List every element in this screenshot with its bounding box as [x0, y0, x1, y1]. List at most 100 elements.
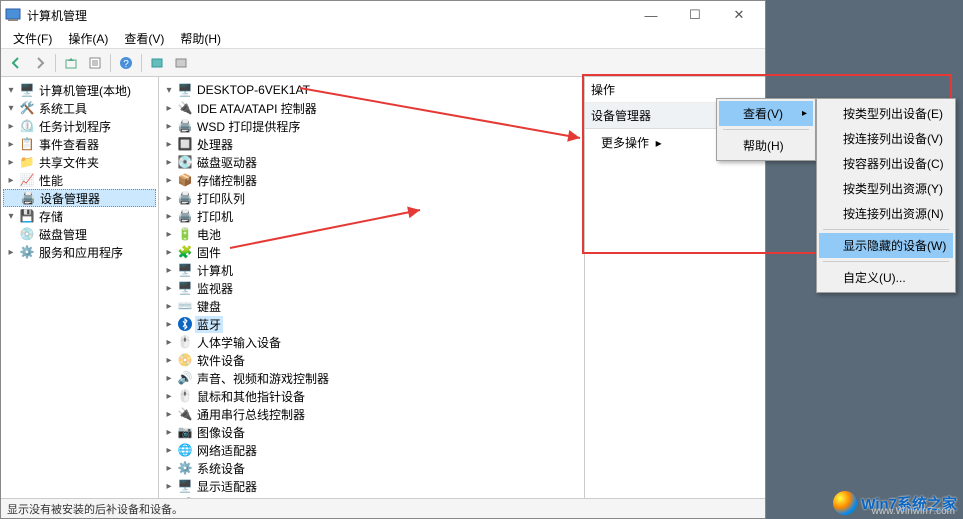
- menu-separator: [723, 129, 809, 130]
- body: ▾🖥️计算机管理(本地) ▾🛠️系统工具 ▸⏲️任务计划程序 ▸📋事件查看器 ▸…: [1, 77, 765, 498]
- ctx2-show-hidden[interactable]: 显示隐藏的设备(W): [819, 233, 953, 258]
- device-computer[interactable]: ▸🖥️计算机: [161, 261, 582, 279]
- hid-icon: 🖱️: [177, 334, 193, 350]
- ctx2-by-type-res[interactable]: 按类型列出资源(Y): [819, 176, 953, 201]
- device-software[interactable]: ▸📀软件设备: [161, 351, 582, 369]
- device-display[interactable]: ▸🖥️显示适配器: [161, 477, 582, 495]
- device-root[interactable]: ▾🖥️DESKTOP-6VEK1AT: [161, 81, 582, 99]
- mouse-icon: 🖱️: [177, 388, 193, 404]
- tree-shared-folders[interactable]: ▸📁共享文件夹: [3, 153, 156, 171]
- printer-icon: 🖨️: [177, 118, 193, 134]
- menu-view[interactable]: 查看(V): [116, 28, 172, 49]
- computer-icon: 🖥️: [177, 82, 193, 98]
- status-text: 显示没有被安装的后补设备和设备。: [7, 501, 183, 517]
- printer-icon: 🖨️: [177, 208, 193, 224]
- device-mouse[interactable]: ▸🖱️鼠标和其他指针设备: [161, 387, 582, 405]
- battery-icon: 🔋: [177, 226, 193, 242]
- menu-file[interactable]: 文件(F): [5, 28, 60, 49]
- perf-icon: 📈: [19, 172, 35, 188]
- audio-icon: 🔊: [177, 370, 193, 386]
- system-icon: ⚙️: [177, 460, 193, 476]
- cpu-icon: 🔲: [177, 136, 193, 152]
- device-audio[interactable]: ▸🔊声音、视频和游戏控制器: [161, 369, 582, 387]
- usb-icon: 🔌: [177, 406, 193, 422]
- properties-button[interactable]: [84, 52, 106, 74]
- menu-separator: [823, 261, 949, 262]
- tree-storage[interactable]: ▾💾存储: [3, 207, 156, 225]
- device-ide[interactable]: ▸🔌IDE ATA/ATAPI 控制器: [161, 99, 582, 117]
- chip-icon: 🧩: [177, 244, 193, 260]
- ctx2-by-container-dev[interactable]: 按容器列出设备(C): [819, 151, 953, 176]
- up-button[interactable]: [60, 52, 82, 74]
- device-hid[interactable]: ▸🖱️人体学输入设备: [161, 333, 582, 351]
- device-storage-ctrl[interactable]: ▸📦存储控制器: [161, 171, 582, 189]
- device-battery[interactable]: ▸🔋电池: [161, 225, 582, 243]
- submenu-arrow-icon: ▸: [802, 108, 807, 119]
- tree-system-tools[interactable]: ▾🛠️系统工具: [3, 99, 156, 117]
- left-tree: ▾🖥️计算机管理(本地) ▾🛠️系统工具 ▸⏲️任务计划程序 ▸📋事件查看器 ▸…: [3, 81, 156, 261]
- tree-disk-management[interactable]: 💿磁盘管理: [3, 225, 156, 243]
- device-cpu[interactable]: ▸🔲处理器: [161, 135, 582, 153]
- computer-icon: 🖥️: [177, 262, 193, 278]
- ctx2-by-conn-res[interactable]: 按连接列出资源(N): [819, 201, 953, 226]
- close-button[interactable]: ✕: [717, 3, 761, 27]
- device-keyboard[interactable]: ▸⌨️键盘: [161, 297, 582, 315]
- device-wsd[interactable]: ▸🖨️WSD 打印提供程序: [161, 117, 582, 135]
- device-usb[interactable]: ▸🔌通用串行总线控制器: [161, 405, 582, 423]
- tree-event-viewer[interactable]: ▸📋事件查看器: [3, 135, 156, 153]
- statusbar: 显示没有被安装的后补设备和设备。: [1, 498, 765, 518]
- tree-performance[interactable]: ▸📈性能: [3, 171, 156, 189]
- device-network[interactable]: ▸🌐网络适配器: [161, 441, 582, 459]
- menu-separator: [823, 229, 949, 230]
- context-menu-1: 查看(V)▸ 帮助(H): [716, 98, 816, 161]
- minimize-button[interactable]: —: [629, 3, 673, 27]
- device-bluetooth[interactable]: ▸蓝牙: [161, 315, 582, 333]
- device-system[interactable]: ▸⚙️系统设备: [161, 459, 582, 477]
- ctx1-help[interactable]: 帮助(H): [719, 133, 813, 158]
- controller-icon: 🔌: [177, 100, 193, 116]
- tree-root-local[interactable]: ▾🖥️计算机管理(本地): [3, 81, 156, 99]
- tree-task-scheduler[interactable]: ▸⏲️任务计划程序: [3, 117, 156, 135]
- device-firmware[interactable]: ▸🧩固件: [161, 243, 582, 261]
- tools-icon: 🛠️: [19, 100, 35, 116]
- back-button[interactable]: [5, 52, 27, 74]
- device-imaging[interactable]: ▸📷图像设备: [161, 423, 582, 441]
- device-disk-drives[interactable]: ▸💽磁盘驱动器: [161, 153, 582, 171]
- context-menu-2: 按类型列出设备(E) 按连接列出设备(V) 按容器列出设备(C) 按类型列出资源…: [816, 98, 956, 293]
- ctx2-by-type-dev[interactable]: 按类型列出设备(E): [819, 101, 953, 126]
- separator: [55, 54, 56, 72]
- device-tree: ▾🖥️DESKTOP-6VEK1AT ▸🔌IDE ATA/ATAPI 控制器 ▸…: [161, 81, 582, 498]
- storage-icon: 📦: [177, 172, 193, 188]
- computer-icon: 🖥️: [19, 82, 35, 98]
- scan-button[interactable]: [146, 52, 168, 74]
- titlebar: 计算机管理 — ☐ ✕: [1, 1, 765, 29]
- window-buttons: — ☐ ✕: [629, 3, 761, 27]
- separator: [110, 54, 111, 72]
- help-button[interactable]: ?: [115, 52, 137, 74]
- disk-icon: 💽: [177, 154, 193, 170]
- ctx1-view[interactable]: 查看(V)▸: [719, 101, 813, 126]
- clock-icon: ⏲️: [19, 118, 35, 134]
- middle-pane[interactable]: ▾🖥️DESKTOP-6VEK1AT ▸🔌IDE ATA/ATAPI 控制器 ▸…: [159, 77, 585, 498]
- forward-button[interactable]: [29, 52, 51, 74]
- separator: [141, 54, 142, 72]
- window-title: 计算机管理: [27, 7, 629, 24]
- device-printers[interactable]: ▸🖨️打印机: [161, 207, 582, 225]
- refresh-button[interactable]: [170, 52, 192, 74]
- ctx2-customize[interactable]: 自定义(U)...: [819, 265, 953, 290]
- menu-action[interactable]: 操作(A): [60, 28, 116, 49]
- tree-device-manager[interactable]: 🖨️设备管理器: [3, 189, 156, 207]
- maximize-button[interactable]: ☐: [673, 3, 717, 27]
- device-monitor[interactable]: ▸🖥️监视器: [161, 279, 582, 297]
- disk-icon: 💿: [19, 226, 35, 242]
- watermark-logo-icon: [833, 491, 857, 515]
- menu-help[interactable]: 帮助(H): [172, 28, 229, 49]
- toolbar: ?: [1, 49, 765, 77]
- keyboard-icon: ⌨️: [177, 298, 193, 314]
- device-print-queue[interactable]: ▸🖨️打印队列: [161, 189, 582, 207]
- ctx2-by-conn-dev[interactable]: 按连接列出设备(V): [819, 126, 953, 151]
- monitor-icon: 🖥️: [177, 280, 193, 296]
- tree-services-apps[interactable]: ▸⚙️服务和应用程序: [3, 243, 156, 261]
- left-pane[interactable]: ▾🖥️计算机管理(本地) ▾🛠️系统工具 ▸⏲️任务计划程序 ▸📋事件查看器 ▸…: [1, 77, 159, 498]
- software-icon: 📀: [177, 352, 193, 368]
